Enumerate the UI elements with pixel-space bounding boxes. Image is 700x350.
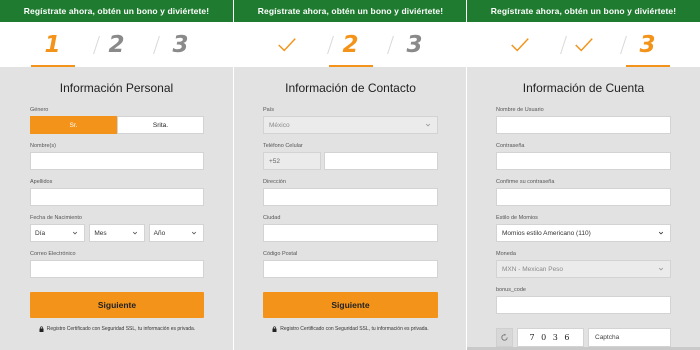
secure-text: Registro Certificado con Seguridad SSL, … [46, 326, 196, 332]
section-title: Información Personal [59, 81, 174, 95]
currency-label: Moneda [496, 251, 516, 257]
postal-input[interactable] [263, 260, 438, 278]
step-1-completed [498, 22, 542, 67]
captcha-refresh-button[interactable] [496, 328, 513, 347]
step-3: 3 [406, 31, 423, 58]
next-button[interactable]: Siguiente [263, 292, 438, 318]
next-button[interactable]: Siguiente [30, 292, 204, 318]
step-2: 2 [328, 22, 373, 67]
country-select[interactable]: México [263, 116, 438, 134]
check-icon [277, 37, 296, 52]
step-1: 1 [30, 22, 75, 67]
step-2: 2 [108, 31, 125, 58]
secure-text: Registro Certificado con Seguridad SSL, … [280, 326, 429, 332]
promo-banner: Regístrate ahora, obtén un bono y diviér… [234, 0, 467, 22]
section-title: Información de Contacto [285, 81, 416, 95]
chevron-down-icon [425, 123, 431, 127]
check-icon [574, 37, 593, 52]
city-label: Ciudad [263, 215, 281, 221]
currency-value: MXN - Mexican Peso [502, 265, 564, 273]
names-input[interactable] [30, 152, 204, 170]
dob-label: Fecha de Nacimiento [30, 215, 82, 221]
gender-label: Género [30, 107, 49, 113]
currency-select[interactable]: MXN - Mexican Peso [496, 260, 671, 278]
refresh-icon [501, 333, 508, 341]
gender-option-sr[interactable]: Sr. [30, 116, 117, 134]
confirm-password-input[interactable] [496, 188, 671, 206]
phone-country-code: +52 [263, 152, 321, 170]
address-label: Dirección [263, 179, 286, 185]
confirm-password-label: Confirme su contraseña [496, 179, 555, 185]
dob-selects: Día Mes Año [30, 224, 204, 242]
panel-account-info: Regístrate ahora, obtén un bono y diviér… [467, 0, 700, 350]
surname-label: Apellidos [30, 179, 53, 185]
gender-toggle: Sr. Srita. [30, 116, 204, 134]
address-input[interactable] [263, 188, 438, 206]
step-3: 3 [625, 22, 670, 67]
odds-style-label: Estilo de Momios [496, 215, 538, 221]
chevron-down-icon [73, 231, 78, 235]
email-input[interactable] [30, 260, 204, 278]
bonus-code-input[interactable] [496, 296, 671, 314]
email-label: Correo Electrónico [30, 251, 76, 257]
surname-input[interactable] [30, 188, 204, 206]
phone-group: +52 [263, 152, 438, 170]
step-2-completed [562, 22, 606, 67]
step-indicator: 3 [467, 22, 700, 67]
password-label: Contraseña [496, 143, 525, 149]
postal-label: Código Postal [263, 251, 298, 257]
country-value: México [269, 121, 290, 129]
names-label: Nombre(s) [30, 143, 56, 149]
password-input[interactable] [496, 152, 671, 170]
step-3: 3 [172, 31, 189, 58]
captcha-image: 7 0 3 6 [517, 328, 584, 347]
bonus-code-label: bonus_code [496, 287, 526, 293]
promo-banner: Regístrate ahora, obtén un bono y diviér… [467, 0, 700, 22]
odds-style-select[interactable]: Momios estilo Americano (110) [496, 224, 671, 242]
check-icon [510, 37, 529, 52]
country-label: País [263, 107, 275, 113]
promo-banner: Regístrate ahora, obtén un bono y diviér… [0, 0, 233, 22]
phone-input[interactable] [324, 152, 438, 170]
step-1-completed [265, 22, 309, 67]
dob-day-value: Día [35, 229, 46, 237]
secure-notice: Registro Certificado con Seguridad SSL, … [30, 326, 204, 332]
step-indicator: 1 2 3 [0, 22, 233, 67]
phone-label: Teléfono Celular [263, 143, 303, 149]
panel-personal-info: Regístrate ahora, obtén un bono y diviér… [0, 0, 233, 350]
dob-year-value: Año [153, 229, 166, 237]
dob-month-select[interactable]: Mes [89, 224, 145, 242]
chevron-down-icon [658, 231, 664, 235]
captcha-group: 7 0 3 6 Captcha [496, 328, 671, 347]
chevron-down-icon [658, 267, 664, 271]
chevron-down-icon [132, 231, 137, 235]
dob-day-select[interactable]: Día [30, 224, 86, 242]
gender-option-srita[interactable]: Srita. [117, 116, 204, 134]
secure-notice: Registro Certificado con Seguridad SSL, … [263, 326, 438, 332]
username-label: Nombre de Usuario [496, 107, 544, 113]
captcha-input[interactable]: Captcha [588, 328, 671, 347]
dob-month-value: Mes [94, 229, 107, 237]
chevron-down-icon [191, 231, 197, 235]
odds-style-value: Momios estilo Americano (110) [502, 229, 591, 237]
step-indicator: 2 3 [234, 22, 467, 67]
section-title: Información de Cuenta [522, 81, 645, 95]
lock-icon [39, 326, 44, 332]
dob-year-select[interactable]: Año [148, 224, 204, 242]
panel-contact-info: Regístrate ahora, obtén un bono y diviér… [234, 0, 467, 350]
username-input[interactable] [496, 116, 671, 134]
lock-icon [272, 326, 277, 332]
city-input[interactable] [263, 224, 438, 242]
